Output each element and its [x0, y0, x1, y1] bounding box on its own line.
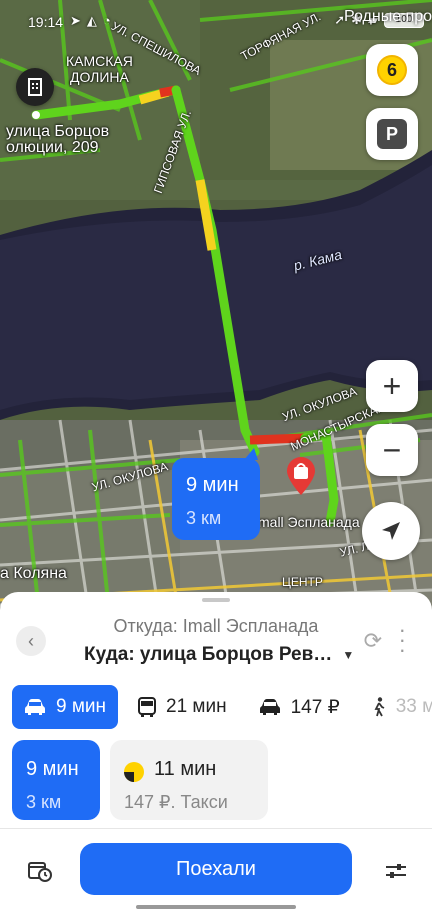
go-button[interactable]: Поехали	[80, 843, 352, 895]
wifi-icon: ◔	[102, 13, 111, 28]
parking-icon: P	[377, 119, 407, 149]
traffic-button[interactable]: 6	[366, 44, 418, 96]
route-to-label: Куда: улица Борцов Рев…	[84, 644, 333, 665]
walk-icon	[374, 697, 385, 717]
route-time-bubble[interactable]: 9 мин 3 км	[172, 448, 260, 540]
bus-icon	[138, 697, 157, 717]
mode-car[interactable]: 9 мин	[12, 685, 119, 729]
yandex-taxi-logo-icon	[124, 762, 144, 782]
map-label-kolyana: а Коляна	[0, 565, 67, 582]
route-option-taxi[interactable]: 11 мин 147 ₽. Такси	[110, 740, 268, 820]
more-options-icon[interactable]: · · ·	[399, 619, 406, 661]
route-option-distance: 3 км	[26, 792, 62, 812]
route-options: 9 мин 3 км 11 мин 147 ₽. Такси	[12, 740, 268, 820]
mode-walk-label: 33 м	[395, 696, 432, 717]
mode-taxi[interactable]: 147 ₽	[247, 685, 352, 729]
map-label-district: КАМСКАЯ ДОЛИНА	[66, 53, 133, 85]
telegram-icon: ➤	[70, 13, 81, 28]
mode-bus-label: 21 мин	[166, 696, 227, 717]
building-icon	[28, 78, 42, 96]
car-icon	[25, 699, 45, 715]
route-option-time: 9 мин	[26, 758, 79, 780]
taxi-icon	[259, 699, 280, 715]
route-option-car[interactable]: 9 мин 3 км	[12, 740, 100, 820]
my-location-button[interactable]	[362, 502, 420, 560]
nav-icon: ◭	[86, 13, 97, 28]
map-label-center: ЦЕНТР	[282, 575, 323, 589]
shopping-bag-icon	[287, 457, 315, 495]
map-label-address: улица Борцов олюции, 209	[6, 123, 110, 156]
location-arrow-icon	[382, 522, 400, 540]
swap-route-icon[interactable]: ⟳	[364, 628, 382, 654]
status-left-icons: ➤ ◭ ◔	[70, 13, 111, 29]
status-bar: 19:14 ➤ ◭ ◔ ➚ ✱ ▰ 100 Родные про	[0, 0, 432, 40]
destination-pin[interactable]	[284, 456, 318, 496]
mode-walk[interactable]: 33 м	[360, 685, 432, 729]
sheet-handle[interactable]	[202, 598, 230, 602]
home-route-link[interactable]: Родные про	[344, 8, 432, 26]
calendar-clock-icon	[28, 862, 52, 882]
zoom-in-button[interactable]: +	[366, 360, 418, 412]
map-label-mall: mall Эспланада	[258, 514, 360, 530]
zoom-out-button[interactable]: −	[366, 424, 418, 476]
mode-car-label: 9 мин	[56, 696, 107, 717]
traffic-level-badge: 6	[377, 55, 407, 85]
system-home-indicator[interactable]	[136, 905, 296, 909]
route-settings-button[interactable]	[380, 855, 412, 887]
bottom-action-bar: Поехали	[0, 828, 432, 910]
route-bubble-time: 9 мин	[186, 474, 239, 496]
back-button[interactable]: ‹	[16, 626, 46, 656]
transport-modes: 9 мин 21 мин 147 ₽ 33 м	[12, 684, 432, 730]
status-time: 19:14	[28, 14, 64, 30]
start-point-marker[interactable]	[16, 68, 54, 106]
mode-bus[interactable]: 21 мин	[126, 685, 239, 729]
mode-taxi-label: 147 ₽	[290, 696, 340, 718]
route-bubble-distance: 3 км	[186, 508, 222, 528]
taxi-option-time: 11 мин	[154, 758, 217, 780]
chevron-down-icon: ▼	[342, 648, 355, 662]
map-view[interactable]: КАМСКАЯ ДОЛИНА УЛ. СПЕШИЛОВА ТОРФЯНАЯ УЛ…	[0, 0, 432, 620]
route-to[interactable]: Куда: улица Борцов Рев… ▼	[84, 644, 354, 666]
parking-button[interactable]: P	[366, 108, 418, 160]
chevron-left-icon: ‹	[28, 630, 34, 651]
taxi-option-price: 147 ₽. Такси	[124, 792, 228, 812]
sliders-icon	[386, 864, 406, 878]
schedule-button[interactable]	[24, 855, 56, 887]
route-sheet: Откуда: Imall Эспланада ‹ Куда: улица Бо…	[0, 592, 432, 910]
